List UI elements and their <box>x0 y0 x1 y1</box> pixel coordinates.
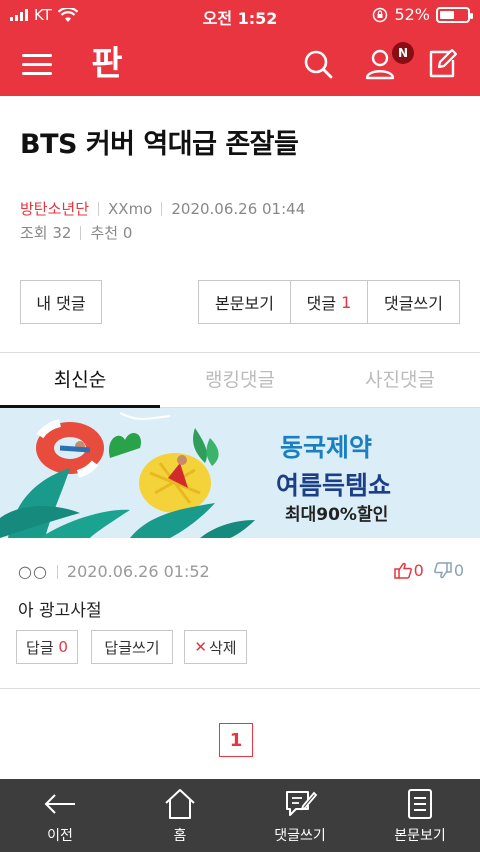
battery-icon <box>436 6 473 23</box>
write-comment-button[interactable]: 댓글쓰기 <box>368 281 459 323</box>
nav-back[interactable]: 이전 <box>0 779 120 852</box>
nav-home-label: 홈 <box>173 828 187 844</box>
dislike-button[interactable]: 0 <box>433 561 464 580</box>
meta-divider <box>56 564 58 579</box>
menu-icon[interactable] <box>22 52 52 76</box>
meta-divider <box>161 201 163 216</box>
article-recommends: 추천 0 <box>90 224 133 242</box>
search-icon[interactable] <box>302 48 334 80</box>
nav-write-comment-label: 댓글쓰기 <box>274 828 326 844</box>
action-button-group: 본문보기 댓글 1 댓글쓰기 <box>198 280 460 324</box>
page-number-current[interactable]: 1 <box>219 723 253 757</box>
status-bar: KT 오전 1:52 52% <box>0 0 480 30</box>
comment-nickname[interactable]: ○○ <box>18 562 48 581</box>
nav-back-label: 이전 <box>47 828 73 844</box>
like-button[interactable]: 0 <box>393 561 424 580</box>
home-icon <box>165 789 195 819</box>
comments-button[interactable]: 댓글 1 <box>291 281 368 323</box>
reply-label: 답글 <box>26 638 54 657</box>
delete-x-icon: ✕ <box>194 638 207 656</box>
ad-banner[interactable]: 동국제약 여름득템쇼 최대90%할인 <box>0 408 480 538</box>
view-post-button[interactable]: 본문보기 <box>199 281 291 323</box>
thumbs-down-icon <box>433 562 452 579</box>
comments-count: 1 <box>341 292 352 312</box>
banner-line2: 여름득템쇼 <box>276 471 392 500</box>
top-bar: KT 오전 1:52 52% 판 N <box>0 0 480 96</box>
article-category[interactable]: 방탄소년단 <box>20 198 89 219</box>
meta-divider <box>98 201 100 216</box>
nav-write-comment[interactable]: 댓글쓰기 <box>240 779 360 852</box>
svg-text:판: 판 <box>91 44 122 82</box>
tab-latest[interactable]: 최신순 <box>0 353 160 408</box>
back-arrow-icon <box>44 794 75 814</box>
comment-write-icon <box>286 791 318 816</box>
article-stats: 조회 32 추천 0 <box>20 222 132 243</box>
app-header: 판 N <box>0 36 480 92</box>
delete-label: 삭제 <box>208 638 237 657</box>
reply-count: 0 <box>58 638 68 656</box>
like-count: 0 <box>413 561 424 580</box>
nav-home[interactable]: 홈 <box>120 779 240 852</box>
tab-photo[interactable]: 사진댓글 <box>320 353 480 407</box>
pann-logo[interactable]: 판 <box>86 44 128 82</box>
meta-divider <box>80 225 82 240</box>
dislike-count: 0 <box>453 561 464 580</box>
summer-pool-illustration <box>0 412 255 538</box>
banner-line1: 동국제약 <box>280 433 373 462</box>
my-comments-button[interactable]: 내 댓글 <box>20 280 102 324</box>
write-icon[interactable] <box>426 48 458 80</box>
comment-header: ○○ 2020.06.26 01:52 <box>18 562 210 581</box>
document-icon <box>408 789 432 819</box>
comment-divider <box>0 688 480 689</box>
battery-percent: 52% <box>394 5 430 24</box>
article-views: 조회 32 <box>20 224 72 242</box>
article-date: 2020.06.26 01:44 <box>171 199 306 218</box>
nav-view-post-label: 본문보기 <box>394 828 446 844</box>
comment-date: 2020.06.26 01:52 <box>66 562 210 581</box>
banner-line3: 최대90%할인 <box>285 505 389 525</box>
article-author[interactable]: XXmo <box>108 200 152 218</box>
article-meta: 방탄소년단 XXmo 2020.06.26 01:44 <box>20 198 305 219</box>
comment-text: 아 광고사절 <box>18 601 102 621</box>
thumbs-up-icon <box>393 562 412 579</box>
tab-ranking[interactable]: 랭킹댓글 <box>160 353 320 407</box>
comments-label: 댓글 <box>306 294 337 313</box>
write-reply-button[interactable]: 답글쓰기 <box>91 630 173 664</box>
nav-view-post[interactable]: 본문보기 <box>360 779 480 852</box>
notification-badge[interactable]: N <box>392 42 414 64</box>
bottom-nav: 이전 홈 댓글쓰기 본문보기 <box>0 779 480 852</box>
comment-tabs: 최신순 랭킹댓글 사진댓글 <box>0 352 480 408</box>
rotation-lock-icon <box>373 7 388 22</box>
reply-button[interactable]: 답글 0 <box>16 630 78 664</box>
article-title: BTS 커버 역대급 존잘들 <box>20 129 299 160</box>
comment-votes: 0 0 <box>393 561 464 580</box>
delete-button[interactable]: ✕ 삭제 <box>184 630 247 664</box>
